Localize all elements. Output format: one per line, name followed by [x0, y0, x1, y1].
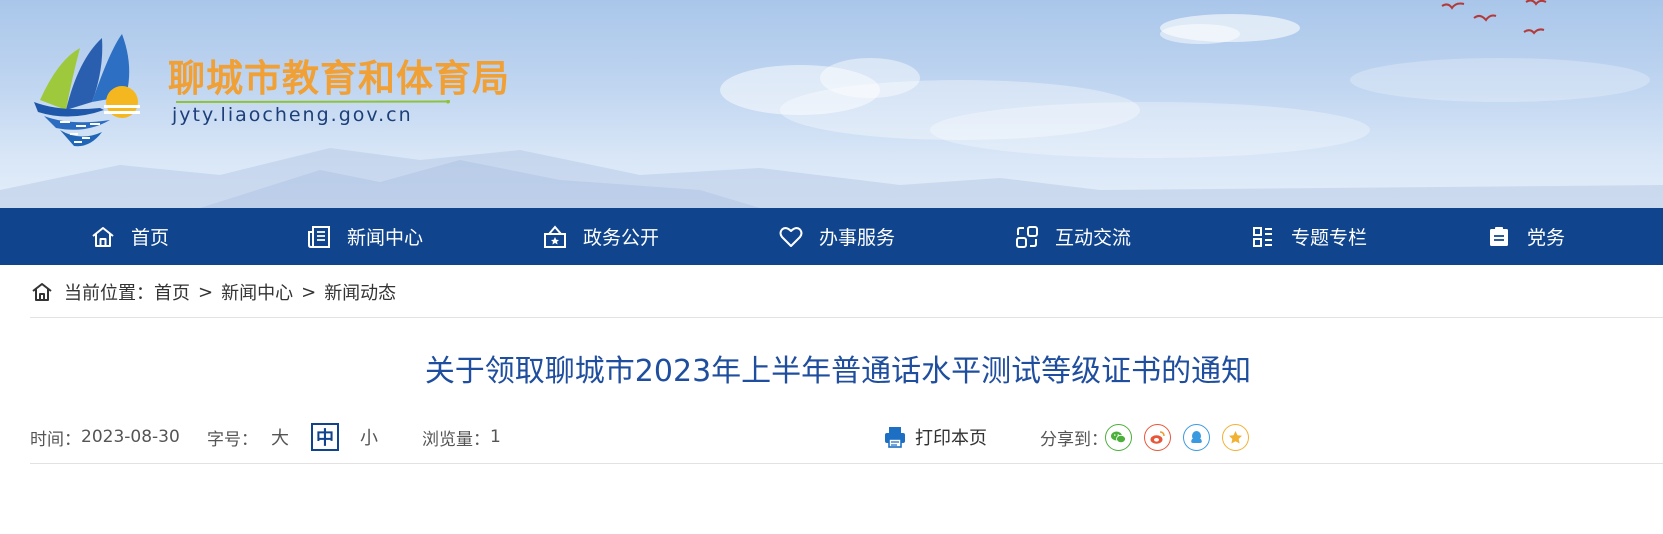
share-wechat-button[interactable]	[1105, 424, 1132, 451]
views-count: 浏览量： 1	[422, 422, 501, 452]
nav-item-interaction[interactable]: 互动交流	[1014, 208, 1131, 265]
views-label: 浏览量：	[422, 429, 490, 450]
printer-icon	[885, 427, 905, 448]
nav-label-services: 办事服务	[819, 227, 896, 249]
nav-item-topics[interactable]: 专题专栏	[1250, 208, 1367, 265]
wechat-icon	[1111, 431, 1126, 444]
nav-item-news[interactable]: 新闻中心	[306, 208, 423, 265]
share-weibo-button[interactable]	[1144, 424, 1171, 451]
nav-label-government: 政务公开	[583, 227, 660, 249]
breadcrumb-separator: >	[198, 281, 214, 303]
article-title: 关于领取聊城市2023年上半年普通话水平测试等级证书的通知	[424, 354, 1252, 389]
divider	[30, 317, 1663, 318]
publish-time: 时间： 2023-08-30	[30, 422, 180, 452]
newspaper-icon	[308, 225, 330, 248]
site-domain: jyty.liaocheng.gov.cn	[172, 104, 413, 126]
breadcrumb-news-center[interactable]: 新闻中心	[221, 279, 293, 305]
breadcrumb-separator: >	[301, 281, 317, 303]
share-qq-button[interactable]	[1183, 424, 1210, 451]
nav-label-party: 党务	[1527, 227, 1566, 249]
breadcrumb-news-updates[interactable]: 新闻动态	[324, 279, 396, 305]
birds-decoration	[1441, 0, 1547, 35]
heart-icon	[779, 226, 803, 247]
nav-item-government[interactable]: 政务公开	[542, 208, 659, 265]
nav-item-party[interactable]: 党务	[1486, 208, 1565, 265]
font-size-small-button[interactable]: 小	[355, 423, 383, 451]
breadcrumb: 当前位置： 首页 > 新闻中心 > 新闻动态	[30, 276, 396, 308]
nav-label-interaction: 互动交流	[1055, 227, 1132, 249]
divider	[30, 463, 1663, 464]
breadcrumb-prefix: 当前位置：	[64, 283, 154, 304]
grid-icon	[1253, 226, 1272, 247]
home-icon	[92, 226, 114, 247]
site-name: 聊城市教育和体育局	[168, 57, 510, 100]
time-value: 2023-08-30	[81, 427, 180, 447]
interaction-icon	[1016, 225, 1038, 248]
bureau-logo	[34, 34, 140, 147]
nav-label-news: 新闻中心	[347, 227, 424, 249]
share-qzone-button[interactable]	[1222, 424, 1249, 451]
nav-item-home[interactable]: 首页	[90, 208, 169, 265]
share-label: 分享到：	[1040, 429, 1108, 450]
government-icon	[544, 224, 566, 248]
print-button[interactable]: 打印本页	[883, 422, 987, 452]
weibo-icon	[1150, 431, 1165, 444]
qq-icon	[1191, 431, 1202, 443]
home-icon	[32, 283, 52, 301]
header-banner: 聊城市教育和体育局 jyty.liaocheng.gov.cn	[0, 0, 1663, 208]
main-nav: 首页 新闻中心 政务公开 办事服务 互动交流 专题专栏 党务	[0, 208, 1663, 265]
print-label: 打印本页	[915, 428, 987, 449]
time-label: 时间：	[30, 429, 81, 450]
nav-label-home: 首页	[131, 227, 170, 249]
views-value: 1	[490, 427, 501, 447]
party-icon	[1490, 226, 1508, 246]
nav-item-services[interactable]: 办事服务	[778, 208, 895, 265]
font-size-label: 字号：	[207, 429, 258, 450]
breadcrumb-home[interactable]: 首页	[154, 279, 190, 305]
nav-label-topics: 专题专栏	[1291, 227, 1368, 249]
font-size-medium-button[interactable]: 中	[311, 423, 339, 451]
font-size-large-button[interactable]: 大	[266, 423, 294, 451]
qzone-icon	[1229, 431, 1242, 444]
